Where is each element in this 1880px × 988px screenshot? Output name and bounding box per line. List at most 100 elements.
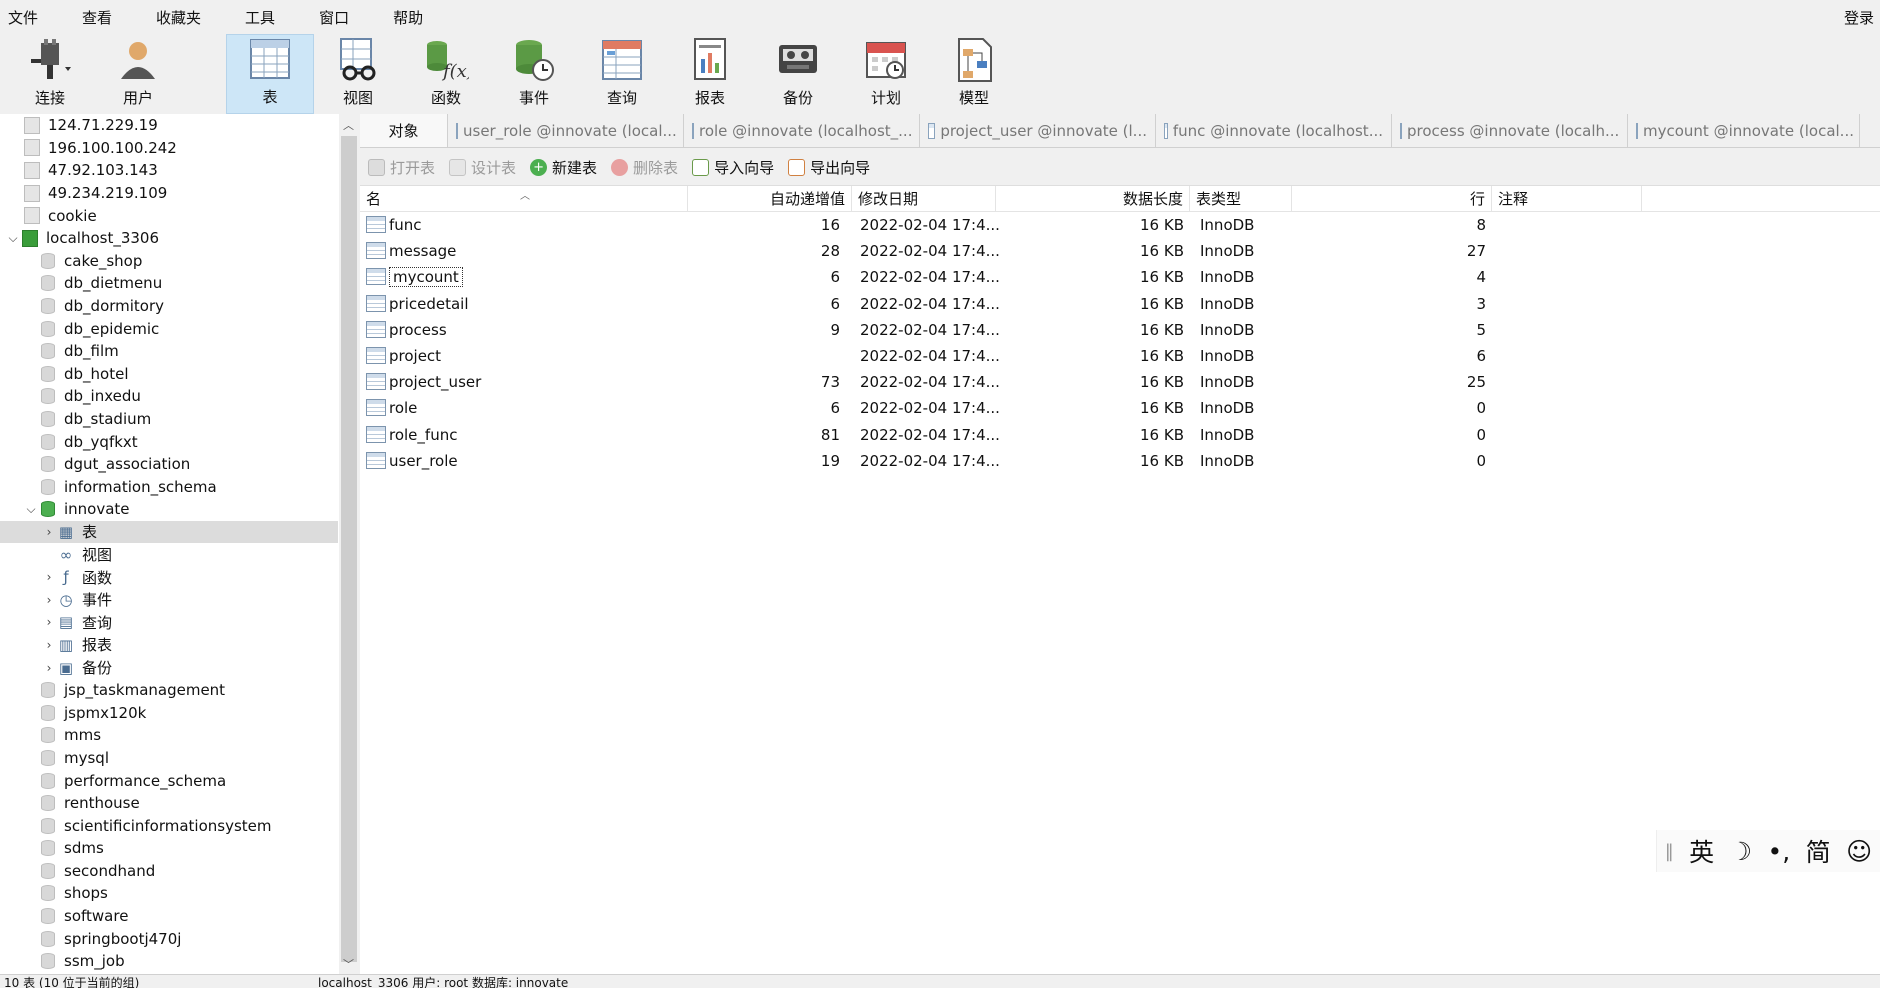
table-row[interactable]: process 9 2022-02-04 17:4... 16 KB InnoDB 5 (360, 317, 1880, 343)
table-row[interactable]: pricedetail 6 2022-02-04 17:4... 16 KB InnoD… (360, 291, 1880, 317)
chevron-down-icon[interactable]: ⌵ (24, 502, 38, 517)
tree-node[interactable]: jsp_taskmanagement (0, 679, 338, 702)
tree-node[interactable]: renthouse (0, 792, 338, 815)
export-wizard-button[interactable]: 导出向导 (788, 157, 870, 178)
toolbar-table-button[interactable]: 表 (226, 34, 314, 114)
toolbar-report-button[interactable]: 报表 (666, 34, 754, 114)
table-row[interactable]: project_user 73 2022-02-04 17:4... 16 KB Inn… (360, 369, 1880, 395)
header-rows[interactable]: 行 (1292, 186, 1492, 212)
tree-node[interactable]: ssm_job (0, 950, 338, 973)
header-engine[interactable]: 表类型 (1190, 186, 1292, 212)
tree-node[interactable]: ⌵ localhost_3306 (0, 227, 338, 250)
tree-node[interactable]: 47.92.103.143 (0, 159, 338, 182)
scroll-up-icon[interactable]: ︿ (343, 117, 354, 133)
tree-scrollbar-thumb[interactable] (341, 136, 357, 962)
tab-process[interactable]: process @innovate (localh... (1392, 114, 1628, 147)
tree-node[interactable]: information_schema (0, 476, 338, 499)
table-row[interactable]: role_func 81 2022-02-04 17:4... 16 KB InnoDB… (360, 422, 1880, 448)
table-row[interactable]: message 28 2022-02-04 17:4... 16 KB InnoDB 27 (360, 238, 1880, 264)
header-comment[interactable]: 注释 (1492, 186, 1642, 212)
menu-help[interactable]: 帮助 (385, 7, 435, 28)
chevron-right-icon[interactable]: › (42, 525, 56, 539)
toolbar-function-button[interactable]: f(x) 函数 (402, 34, 490, 114)
tab-project-user[interactable]: project_user @innovate (l... (920, 114, 1156, 147)
import-wizard-button[interactable]: 导入向导 (692, 157, 774, 178)
tree-node[interactable]: mms (0, 724, 338, 747)
chevron-right-icon[interactable]: › (42, 570, 56, 584)
header-modified[interactable]: 修改日期 (852, 186, 996, 212)
tree-node[interactable]: sdms (0, 837, 338, 860)
tree-node[interactable]: › ▥ 报表 (0, 634, 338, 657)
tree-scrollbar[interactable]: ︿ ﹀ (339, 114, 359, 974)
tree-node[interactable]: ⌵ innovate (0, 498, 338, 521)
menu-file[interactable]: 文件 (0, 7, 50, 28)
tree-node[interactable]: › ▤ 查询 (0, 611, 338, 634)
menu-favorites[interactable]: 收藏夹 (148, 7, 213, 28)
table-row[interactable]: project 2022-02-04 17:4... 16 KB InnoDB 6 (360, 343, 1880, 369)
design-table-button[interactable]: 设计表 (449, 157, 516, 178)
table-row[interactable]: func 16 2022-02-04 17:4... 16 KB InnoDB 8 (360, 212, 1880, 238)
tree-node[interactable]: db_dormitory (0, 295, 338, 318)
header-name[interactable]: 名 ︿ (360, 186, 688, 212)
tab-func[interactable]: func @innovate (localhost... (1156, 114, 1392, 147)
header-data-length[interactable]: 数据长度 (996, 186, 1190, 212)
tree-node[interactable]: performance_schema (0, 769, 338, 792)
tree-node[interactable]: 196.100.100.242 (0, 137, 338, 160)
menu-view[interactable]: 查看 (74, 7, 124, 28)
scroll-down-icon[interactable]: ﹀ (343, 956, 354, 972)
tree-node[interactable]: springbootj470j (0, 927, 338, 950)
tab-user-role[interactable]: user_role @innovate (local... (448, 114, 684, 147)
tab-role[interactable]: role @innovate (localhost_... (684, 114, 920, 147)
tree-node[interactable]: mysql (0, 747, 338, 770)
chevron-right-icon[interactable]: › (42, 593, 56, 607)
ime-punctuation-toggle[interactable]: •, (1768, 837, 1791, 866)
toolbar-schedule-button[interactable]: 计划 (842, 34, 930, 114)
menu-tools[interactable]: 工具 (237, 7, 287, 28)
table-row[interactable]: role 6 2022-02-04 17:4... 16 KB InnoDB 0 (360, 395, 1880, 421)
login-link[interactable]: 登录 (1844, 7, 1874, 28)
new-table-button[interactable]: + 新建表 (530, 157, 597, 178)
tree-node[interactable]: › ▦ 表 (0, 520, 338, 544)
tab-mycount[interactable]: mycount @innovate (local... (1628, 114, 1860, 147)
toolbar-connect-button[interactable]: 连接 (6, 34, 94, 114)
moon-icon[interactable]: ☽ (1730, 837, 1752, 866)
tree-node[interactable]: dgut_association (0, 453, 338, 476)
toolbar-event-button[interactable]: 事件 (490, 34, 578, 114)
open-table-button[interactable]: 打开表 (368, 157, 435, 178)
tree-node[interactable]: secondhand (0, 860, 338, 883)
tree-node[interactable]: db_film (0, 340, 338, 363)
toolbar-model-button[interactable]: 模型 (930, 34, 1018, 114)
tree-node[interactable]: cake_shop (0, 250, 338, 273)
smiley-icon[interactable]: ☺ (1846, 837, 1872, 866)
tree-node[interactable]: › ◷ 事件 (0, 588, 338, 611)
tree-node[interactable]: db_inxedu (0, 385, 338, 408)
tree-node[interactable]: jspmx120k (0, 701, 338, 724)
toolbar-view-button[interactable]: 视图 (314, 34, 402, 114)
tree-node[interactable]: 49.234.219.109 (0, 182, 338, 205)
toolbar-user-button[interactable]: 用户 (94, 34, 182, 114)
tab-objects[interactable]: 对象 (360, 114, 448, 147)
ime-simplified-toggle[interactable]: 简 (1806, 833, 1831, 869)
ime-drag-handle[interactable]: ‖ (1665, 841, 1674, 862)
chevron-down-icon[interactable]: ⌵ (6, 231, 20, 246)
tree-node[interactable]: scientificinformationsystem (0, 814, 338, 837)
tree-node[interactable]: › ƒ 函数 (0, 566, 338, 589)
tree-node[interactable]: db_stadium (0, 408, 338, 431)
tree-node[interactable]: db_epidemic (0, 317, 338, 340)
chevron-right-icon[interactable]: › (42, 638, 56, 652)
tree-node[interactable]: cookie (0, 204, 338, 227)
tree-node[interactable]: ∞ 视图 (0, 543, 338, 566)
header-auto-increment[interactable]: 自动递增值 (688, 186, 852, 212)
chevron-right-icon[interactable]: › (42, 661, 56, 675)
tree-node[interactable]: db_hotel (0, 363, 338, 386)
toolbar-backup-button[interactable]: 备份 (754, 34, 842, 114)
tree-node[interactable]: shops (0, 882, 338, 905)
toolbar-query-button[interactable]: 查询 (578, 34, 666, 114)
tree-node[interactable]: db_dietmenu (0, 272, 338, 295)
delete-table-button[interactable]: 删除表 (611, 157, 678, 178)
tree-node[interactable]: software (0, 905, 338, 928)
table-row[interactable]: mycount 6 2022-02-04 17:4... 16 KB InnoDB 4 (360, 264, 1880, 290)
tree-node[interactable]: › ▣ 备份 (0, 656, 338, 679)
tree-node[interactable]: 124.71.229.19 (0, 114, 338, 137)
table-row[interactable]: user_role 19 2022-02-04 17:4... 16 KB InnoDB… (360, 448, 1880, 474)
